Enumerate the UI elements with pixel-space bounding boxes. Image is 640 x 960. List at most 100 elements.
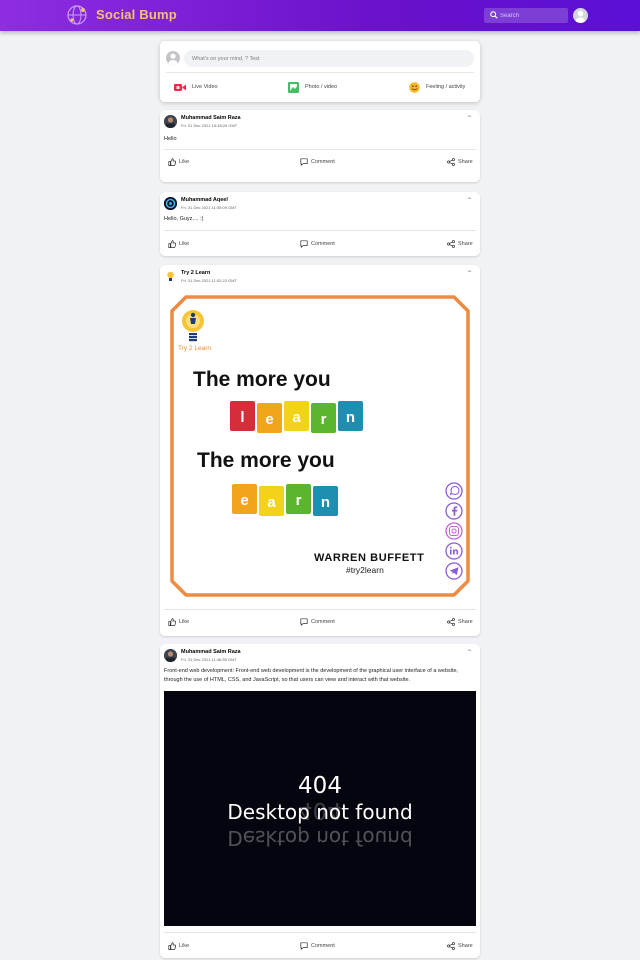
letter-block-text: n <box>321 494 330 511</box>
letter-block-text: e <box>265 411 273 428</box>
divider <box>164 932 476 933</box>
post-card: Try 2 Learn Fri, 31 Dec 2021 11:52:22 GM… <box>160 265 480 636</box>
earn-blocks: earn <box>232 484 338 516</box>
post-composer: Live Video Photo / video Feeling / activ… <box>160 41 480 102</box>
composer-avatar <box>166 51 180 65</box>
divider <box>164 149 476 150</box>
thumbs-up-icon <box>168 942 176 950</box>
hashtag: #try2learn <box>346 565 384 575</box>
share-button[interactable]: Share <box>447 941 473 951</box>
comment-label: Comment <box>311 943 335 949</box>
share-label: Share <box>458 619 473 625</box>
post-image[interactable]: Try 2 Learn The more you l e a r n The more … <box>164 291 476 607</box>
feeling-activity-label: Feeling / activity <box>426 84 466 90</box>
thumbs-up-icon <box>168 618 176 626</box>
author-name[interactable]: Muhammad Saim Raza <box>181 649 241 655</box>
post-card: Muhammad Aqeel Fri, 31 Dec 2021 11:55:09… <box>160 192 480 256</box>
composer-input[interactable] <box>184 50 474 67</box>
post-text: Front-end web development: Front-end web… <box>164 668 459 683</box>
post-text: Hello <box>164 136 177 142</box>
like-label: Like <box>179 619 190 625</box>
share-icon <box>447 942 455 950</box>
letter-block-text: a <box>292 409 301 426</box>
top-navbar: Social Bump <box>0 0 640 31</box>
feeling-activity-button[interactable]: Feeling / activity <box>409 81 465 93</box>
post-date: Fri, 31 Dec 2021 11:55:09 GMT <box>181 205 237 210</box>
more-options-icon[interactable]: ··· <box>467 647 475 654</box>
post-card: Muhammad Saim Raza Fri, 31 Dec 2021 11:4… <box>160 644 480 958</box>
learn-blocks: learn <box>230 401 363 433</box>
author-avatar[interactable] <box>164 197 177 210</box>
letter-block-text: e <box>240 492 248 509</box>
comment-label: Comment <box>311 241 335 247</box>
post-date: Fri, 31 Dec 2021 15:48:26 GMT <box>181 123 238 128</box>
live-video-button[interactable]: Live Video <box>174 81 218 93</box>
author-name[interactable]: Try 2 Learn <box>181 270 210 276</box>
share-button[interactable]: Share <box>447 157 473 167</box>
error-code: 404 <box>298 773 342 799</box>
like-button[interactable]: Like <box>168 157 189 167</box>
share-label: Share <box>458 943 473 949</box>
like-label: Like <box>179 159 190 165</box>
post-card: Muhammad Saim Raza Fri, 31 Dec 2021 15:4… <box>160 110 480 182</box>
live-video-label: Live Video <box>192 84 218 90</box>
linkedin-icon <box>445 542 463 560</box>
comment-icon <box>300 240 308 248</box>
attribution: WARREN BUFFETT <box>314 552 424 564</box>
comment-button[interactable]: Comment <box>300 239 335 249</box>
thumbs-up-icon <box>168 240 176 248</box>
divider <box>166 72 474 73</box>
photo-video-button[interactable]: Photo / video <box>288 81 337 93</box>
letter-block-text: l <box>240 409 244 426</box>
user-avatar[interactable] <box>573 8 588 23</box>
comment-button[interactable]: Comment <box>300 941 335 951</box>
smiley-icon <box>409 81 420 93</box>
like-button[interactable]: Like <box>168 617 189 627</box>
letter-block-text: r <box>296 492 302 509</box>
search-box[interactable] <box>484 8 568 23</box>
like-label: Like <box>179 241 190 247</box>
author-name[interactable]: Muhammad Aqeel <box>181 197 228 203</box>
share-label: Share <box>458 241 473 247</box>
whatsapp-icon <box>445 482 463 500</box>
photo-icon <box>288 81 299 93</box>
search-icon <box>490 11 498 19</box>
facebook-icon <box>445 502 463 520</box>
letter-block-text: a <box>267 494 276 511</box>
comment-label: Comment <box>311 619 335 625</box>
instagram-icon <box>445 522 463 540</box>
more-options-icon[interactable]: ··· <box>467 195 475 202</box>
brand-name[interactable]: Social Bump <box>96 7 177 22</box>
error-message: Desktop not found <box>227 800 412 824</box>
author-name[interactable]: Muhammad Saim Raza <box>181 115 241 121</box>
logo-text: Try 2 Learn <box>178 345 211 352</box>
post-image[interactable]: 404 404 Desktop not found Desktop not fo… <box>164 691 476 926</box>
author-avatar[interactable] <box>164 270 177 283</box>
comment-button[interactable]: Comment <box>300 617 335 627</box>
share-button[interactable]: Share <box>447 239 473 249</box>
divider <box>164 230 476 231</box>
logo-globe-icon[interactable] <box>66 4 90 26</box>
share-label: Share <box>458 159 473 165</box>
author-avatar[interactable] <box>164 649 177 662</box>
like-button[interactable]: Like <box>168 941 189 951</box>
share-button[interactable]: Share <box>447 617 473 627</box>
post-date: Fri, 31 Dec 2021 11:52:22 GMT <box>181 278 237 283</box>
comment-icon <box>300 942 308 950</box>
like-button[interactable]: Like <box>168 239 189 249</box>
more-options-icon[interactable]: ··· <box>467 113 475 120</box>
comment-icon <box>300 618 308 626</box>
author-avatar[interactable] <box>164 115 177 128</box>
like-label: Like <box>179 943 190 949</box>
share-icon <box>447 158 455 166</box>
more-options-icon[interactable]: ··· <box>467 268 475 275</box>
search-input[interactable] <box>500 9 564 22</box>
thumbs-up-icon <box>168 158 176 166</box>
letter-block-text: r <box>321 411 327 428</box>
quote-line-2: The more you <box>197 449 335 472</box>
quote-line-1: The more you <box>193 368 331 391</box>
comment-icon <box>300 158 308 166</box>
telegram-icon <box>445 562 463 580</box>
comment-button[interactable]: Comment <box>300 157 335 167</box>
error-message-reflection: Desktop not found <box>227 826 412 850</box>
